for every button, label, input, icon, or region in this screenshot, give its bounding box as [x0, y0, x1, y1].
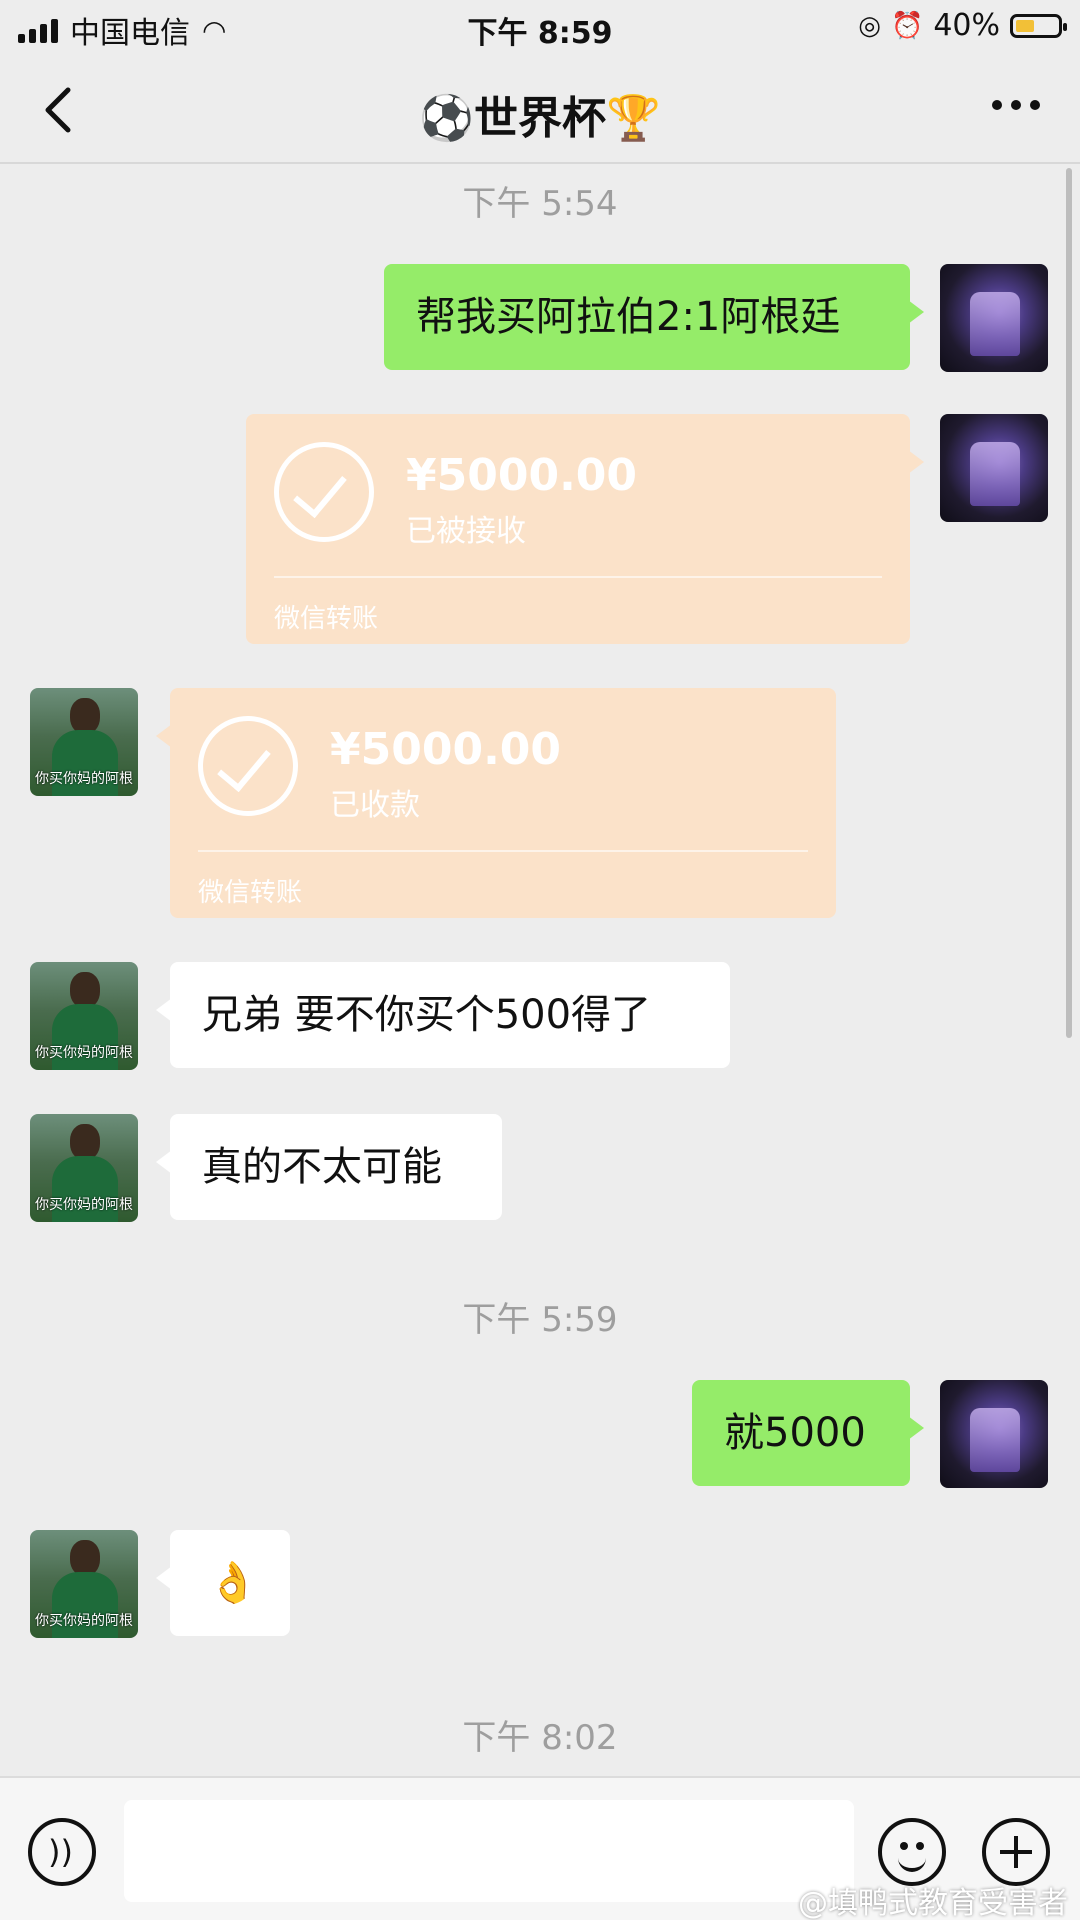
avatar-caption: 你买你妈的阿根 [35, 1197, 133, 1213]
avatar-me[interactable] [940, 414, 1048, 522]
transfer-card-outgoing[interactable]: ¥5000.00 已被接收 微信转账 [246, 414, 924, 644]
chat-screen: 中国电信 ◠ 下午 8:59 ◎ ⏰ 40% ⚽世界杯🏆 下午 5:54 帮我买… [0, 0, 1080, 1920]
message-bubble-incoming[interactable]: 真的不太可能 [156, 1114, 502, 1220]
timestamp: 下午 5:54 [462, 184, 618, 224]
transfer-status: 已收款 [330, 788, 420, 823]
transfer-footer: 微信转账 [274, 604, 379, 634]
plus-icon[interactable] [982, 1818, 1050, 1886]
battery-level [1016, 19, 1035, 32]
nav-bar: ⚽世界杯🏆 [0, 56, 1080, 164]
transfer-card-incoming[interactable]: ¥5000.00 已收款 微信转账 [156, 688, 836, 918]
avatar-friend[interactable]: 你买你妈的阿根 [30, 1530, 138, 1638]
avatar-friend[interactable]: 你买你妈的阿根 [30, 962, 138, 1070]
message-bubble-incoming[interactable]: 👌 [156, 1530, 290, 1636]
avatar-me[interactable] [940, 264, 1048, 372]
transfer-status: 已被接收 [406, 514, 526, 549]
transfer-amount: ¥5000.00 [330, 724, 562, 775]
emoji-icon[interactable] [878, 1818, 946, 1886]
avatar-friend[interactable]: 你买你妈的阿根 [30, 1114, 138, 1222]
watermark: @填鸭式教育受害者 [798, 1886, 1068, 1920]
divider [198, 850, 808, 852]
transfer-amount: ¥5000.00 [406, 450, 638, 501]
message-bubble-outgoing[interactable]: 帮我买阿拉伯2:1阿根廷 [384, 264, 924, 370]
message-text: 兄弟 要不你买个500得了 [202, 992, 652, 1038]
status-bar: 中国电信 ◠ 下午 8:59 ◎ ⏰ 40% [0, 0, 1080, 56]
avatar-caption: 你买你妈的阿根 [35, 1045, 133, 1061]
scrollbar[interactable] [1066, 168, 1072, 1038]
message-text: 就5000 [724, 1410, 866, 1456]
voice-icon[interactable]: )) [28, 1818, 96, 1886]
battery-percent: 40% [933, 8, 1000, 43]
more-dots-icon[interactable] [992, 100, 1040, 110]
check-circle-icon [274, 442, 374, 542]
message-text: 帮我买阿拉伯2:1阿根廷 [416, 294, 841, 340]
ok-hand-emoji: 👌 [208, 1560, 258, 1606]
timestamp: 下午 8:02 [462, 1718, 618, 1758]
message-bubble-outgoing[interactable]: 就5000 [692, 1380, 924, 1486]
avatar-caption: 你买你妈的阿根 [35, 1613, 133, 1629]
avatar-me[interactable] [940, 1380, 1048, 1488]
divider [274, 576, 882, 578]
check-circle-icon [198, 716, 298, 816]
chat-title: ⚽世界杯🏆 [419, 93, 661, 144]
battery-icon [1010, 13, 1067, 38]
message-bubble-incoming[interactable]: 兄弟 要不你买个500得了 [156, 962, 730, 1068]
message-text: 真的不太可能 [202, 1144, 442, 1190]
rotation-lock-icon: ◎ [858, 10, 881, 41]
avatar-caption: 你买你妈的阿根 [35, 771, 133, 787]
transfer-footer: 微信转账 [198, 878, 303, 908]
avatar-friend[interactable]: 你买你妈的阿根 [30, 688, 138, 796]
alarm-icon: ⏰ [890, 10, 924, 41]
status-right: ◎ ⏰ 40% [858, 8, 1067, 43]
timestamp: 下午 5:59 [462, 1300, 618, 1340]
message-input[interactable] [124, 1800, 854, 1902]
